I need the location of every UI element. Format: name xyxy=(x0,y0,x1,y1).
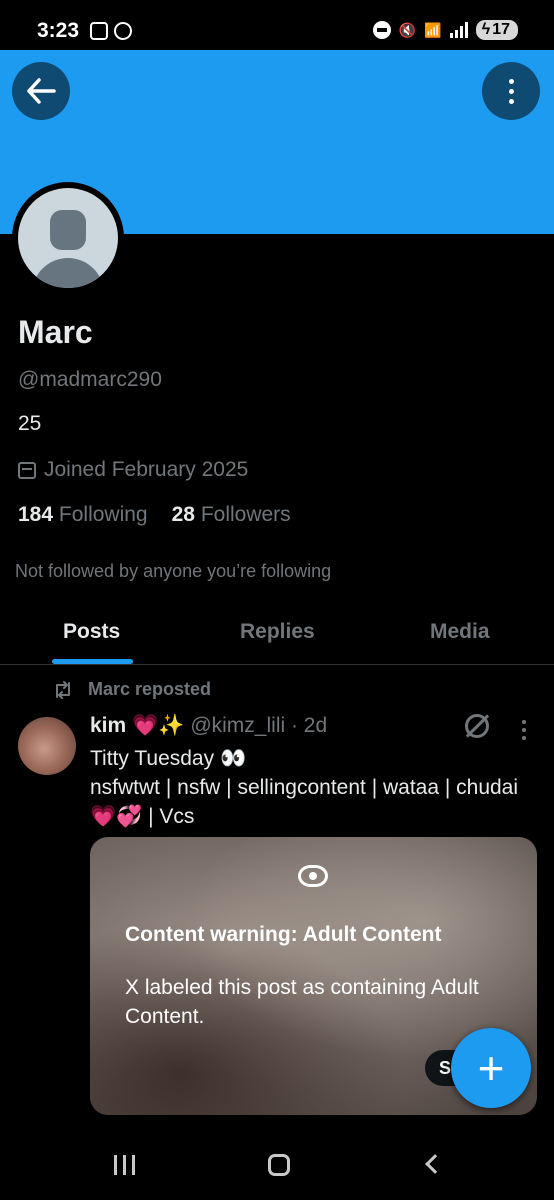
system-nav-bar xyxy=(0,1130,554,1200)
mute-icon: 🔇 xyxy=(398,21,417,38)
default-avatar-icon xyxy=(18,188,118,288)
following-label: Following xyxy=(58,503,148,526)
system-back-button[interactable] xyxy=(425,1154,445,1174)
sync-icon xyxy=(114,22,132,40)
plus-icon: + xyxy=(477,1042,505,1094)
eye-icon xyxy=(298,865,328,887)
home-button[interactable] xyxy=(268,1154,290,1176)
status-left-icons xyxy=(90,22,132,40)
profile-handle: @madmarc290 xyxy=(18,368,162,391)
screenshot-icon xyxy=(90,22,108,40)
followers-label: Followers xyxy=(200,503,291,526)
profile-tabs: Posts Replies Media xyxy=(0,605,554,665)
signal-icon xyxy=(449,22,468,38)
status-time: 3:23 xyxy=(37,19,80,42)
following-link[interactable]: 184 Following xyxy=(18,503,148,527)
back-button[interactable] xyxy=(12,62,70,120)
post-meta: @kimz_lili · 2d xyxy=(190,714,328,737)
wifi-icon: 📶 xyxy=(424,21,442,38)
grok-icon[interactable] xyxy=(465,714,489,738)
tab-posts[interactable]: Posts xyxy=(63,620,120,644)
joined-date: Joined February 2025 xyxy=(44,458,249,481)
do-not-disturb-icon xyxy=(372,21,391,39)
more-options-button[interactable] xyxy=(482,62,540,120)
post-header: kim 💗✨ @kimz_lili · 2d xyxy=(90,714,327,738)
more-vertical-icon xyxy=(508,78,514,104)
profile-bio: 25 xyxy=(18,412,42,435)
profile-joined: Joined February 2025 xyxy=(18,458,248,482)
back-arrow-icon xyxy=(27,78,56,104)
status-bar: 3:23 🔇 📶 ϟ 17 xyxy=(0,0,554,50)
follow-stats: 184 Following 28 Followers xyxy=(18,503,291,527)
battery-level: 17 xyxy=(492,21,510,38)
post-author-name[interactable]: kim 💗✨ xyxy=(90,714,184,738)
content-warning-body: X labeled this post as containing Adult … xyxy=(125,976,479,1028)
repost-icon xyxy=(56,680,70,699)
profile-display-name: Marc xyxy=(18,314,93,350)
compose-post-button[interactable]: + xyxy=(451,1028,531,1108)
status-right-icons: 🔇 📶 ϟ 17 xyxy=(372,20,518,40)
recents-button[interactable] xyxy=(114,1155,135,1175)
charging-icon: ϟ xyxy=(481,21,491,38)
not-followed-text: Not followed by anyone you’re following xyxy=(15,561,332,581)
following-count: 184 xyxy=(18,503,54,526)
profile-avatar[interactable] xyxy=(12,182,124,294)
tab-media[interactable]: Media xyxy=(430,620,490,644)
post-author-avatar[interactable] xyxy=(18,717,76,775)
calendar-icon xyxy=(18,461,36,479)
content-warning-title: Content warning: Adult Content xyxy=(125,923,442,946)
battery-indicator: ϟ 17 xyxy=(475,20,518,40)
post-text-tags: nsfwtwt | nsfw | sellingcontent | wataa … xyxy=(90,776,519,828)
followers-count: 28 xyxy=(171,503,195,526)
tab-replies[interactable]: Replies xyxy=(240,620,315,644)
active-tab-indicator xyxy=(52,659,133,664)
post-text-line: Titty Tuesday 👀 xyxy=(90,747,247,770)
post-more-button[interactable] xyxy=(522,720,526,740)
post-text: Titty Tuesday 👀 nsfwtwt | nsfw | selling… xyxy=(90,744,530,831)
repost-text: Marc reposted xyxy=(88,679,212,699)
followers-link[interactable]: 28 Followers xyxy=(172,503,291,527)
repost-context[interactable]: Marc reposted xyxy=(52,679,211,700)
